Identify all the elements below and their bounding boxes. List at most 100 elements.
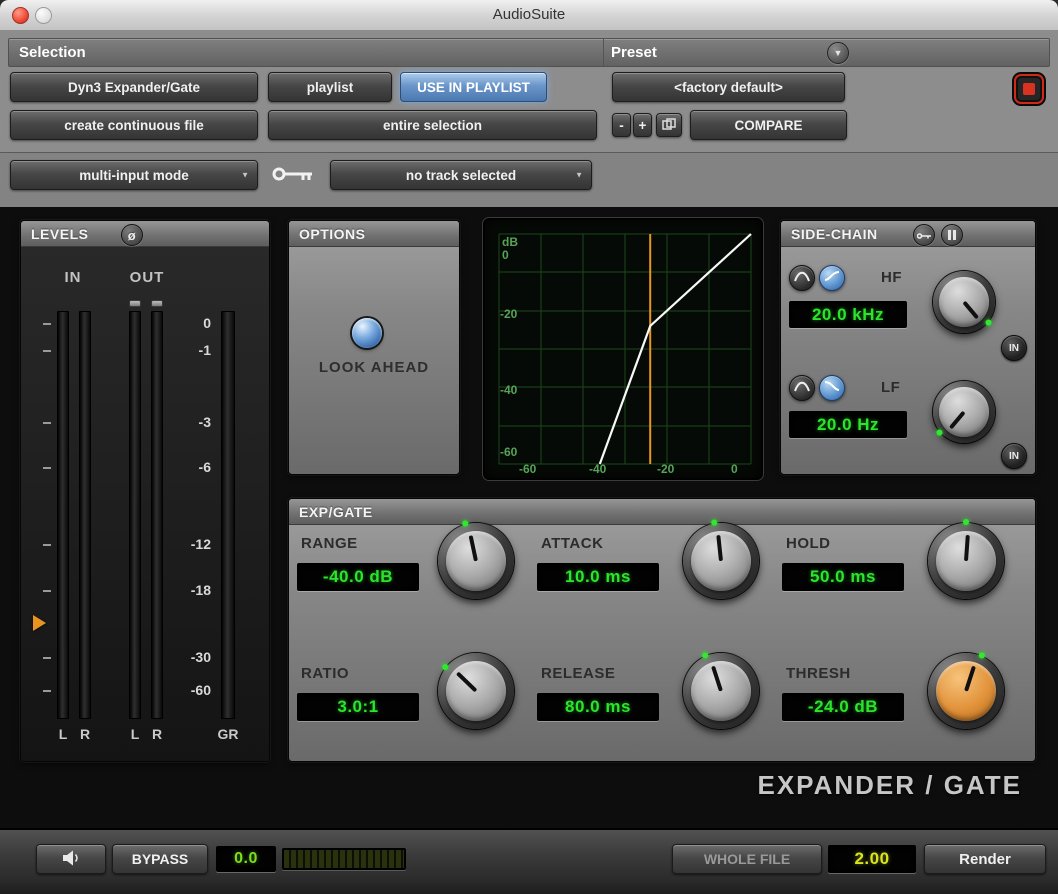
phase-invert-button[interactable]: ø (121, 224, 143, 246)
levels-panel: LEVELS ø IN OUT 0 -1 (20, 220, 270, 762)
copy-icon (662, 118, 676, 133)
graph-x-tick: 0 (731, 462, 738, 476)
chevron-down-icon: ▼ (241, 171, 249, 180)
look-ahead-button[interactable] (352, 318, 382, 348)
scale-label: -3 (171, 414, 211, 430)
filter-listen-icon (948, 228, 956, 243)
target-icon (1023, 83, 1035, 95)
section-header-bar: Selection Preset ▼ (8, 38, 1050, 67)
render-button[interactable]: Render (924, 844, 1046, 874)
meter-tick (43, 422, 51, 424)
output-clip-led-left[interactable] (129, 300, 141, 307)
target-button[interactable] (1014, 74, 1044, 104)
preset-decrement-button[interactable]: - (612, 113, 631, 137)
preview-button[interactable] (36, 844, 106, 874)
attack-knob[interactable] (683, 523, 759, 599)
graph-db-unit: dB (502, 235, 518, 249)
gain-reduction-meter (221, 311, 235, 719)
hold-knob[interactable] (928, 523, 1004, 599)
playlist-label: playlist (307, 80, 354, 95)
copy-preset-button[interactable] (656, 113, 682, 137)
hold-label: HOLD (786, 535, 831, 552)
exp-gate-header-label: EXP/GATE (299, 504, 373, 520)
knob-led (935, 428, 943, 436)
lf-shelf-button[interactable] (819, 375, 845, 401)
compare-label: COMPARE (734, 118, 802, 133)
preview-level-meter (282, 848, 406, 870)
create-continuous-file-button[interactable]: create continuous file (10, 110, 258, 140)
playlist-button[interactable]: playlist (268, 72, 392, 102)
scale-label: -18 (171, 582, 211, 598)
create-continuous-file-label: create continuous file (64, 118, 204, 133)
thresh-knob[interactable] (928, 653, 1004, 729)
range-knob[interactable] (438, 523, 514, 599)
ratio-knob[interactable] (438, 653, 514, 729)
hf-in-label: IN (1009, 343, 1019, 354)
attack-label: ATTACK (541, 535, 603, 552)
hf-in-button[interactable]: IN (1001, 335, 1027, 361)
lf-label: LF (881, 379, 900, 396)
compare-button[interactable]: COMPARE (690, 110, 847, 140)
thresh-display[interactable]: -24.0 dB (782, 693, 904, 721)
preset-menu-button[interactable]: ▼ (827, 42, 849, 64)
track-selector-button[interactable]: no track selected ▼ (330, 160, 592, 190)
key-link-icon[interactable] (272, 165, 314, 188)
preview-volume-display[interactable]: 0.0 (216, 846, 276, 872)
range-display[interactable]: -40.0 dB (297, 563, 419, 591)
audiosuite-window: AudioSuite Selection Preset ▼ Dyn3 Expan… (0, 0, 1058, 894)
hold-display[interactable]: 50.0 ms (782, 563, 904, 591)
selection-reference-button[interactable]: entire selection (268, 110, 597, 140)
side-chain-key-button[interactable] (913, 224, 935, 246)
preset-selector-button[interactable]: <factory default> (612, 72, 845, 102)
titlebar: AudioSuite (0, 0, 1058, 31)
side-chain-header-label: SIDE-CHAIN (791, 226, 878, 242)
bandpass-icon (794, 379, 810, 398)
shelf-icon (824, 379, 840, 398)
chevron-down-icon: ▼ (834, 48, 843, 58)
phase-icon: ø (128, 228, 136, 243)
use-in-playlist-button[interactable]: USE IN PLAYLIST (400, 72, 547, 102)
hf-shelf-button[interactable] (819, 265, 845, 291)
plugin-selector-label: Dyn3 Expander/Gate (68, 80, 200, 95)
hf-frequency-knob[interactable] (933, 271, 995, 333)
release-display[interactable]: 80.0 ms (537, 693, 659, 721)
side-chain-listen-button[interactable] (941, 224, 963, 246)
options-header-label: OPTIONS (299, 226, 366, 242)
bandpass-icon (794, 269, 810, 288)
scale-label: -60 (171, 682, 211, 698)
in-right-label: R (79, 726, 91, 742)
graph-x-tick: -60 (519, 462, 537, 476)
plugin-selector-button[interactable]: Dyn3 Expander/Gate (10, 72, 258, 102)
hf-frequency-display[interactable]: 20.0 kHz (789, 301, 907, 328)
preset-increment-button[interactable]: + (633, 113, 652, 137)
out-meter-label: OUT (123, 269, 171, 286)
knob-led (441, 663, 449, 671)
output-meter-left (129, 311, 141, 719)
ratio-label: RATIO (301, 665, 349, 682)
graph-y-tick: -20 (500, 307, 518, 321)
attack-display[interactable]: 10.0 ms (537, 563, 659, 591)
threshold-arrow[interactable] (33, 615, 46, 631)
bypass-button[interactable]: BYPASS (112, 844, 208, 874)
release-knob[interactable] (683, 653, 759, 729)
duration-display[interactable]: 2.00 (828, 845, 916, 873)
bypass-label: BYPASS (132, 851, 189, 867)
knob-led (978, 651, 986, 659)
out-right-label: R (151, 726, 163, 742)
ratio-display[interactable]: 3.0:1 (297, 693, 419, 721)
hf-bandpass-button[interactable] (789, 265, 815, 291)
lf-bandpass-button[interactable] (789, 375, 815, 401)
whole-file-button[interactable]: WHOLE FILE (672, 844, 822, 874)
lf-frequency-display[interactable]: 20.0 Hz (789, 411, 907, 438)
entire-selection-label: entire selection (383, 118, 482, 133)
lf-in-button[interactable]: IN (1001, 443, 1027, 469)
output-clip-led-right[interactable] (151, 300, 163, 307)
scale-label: 0 (171, 315, 211, 331)
gr-label: GR (213, 726, 243, 742)
release-label: RELEASE (541, 665, 615, 682)
options-header: OPTIONS (289, 221, 459, 247)
meter-tick (43, 657, 51, 659)
graph-x-tick: -40 (589, 462, 607, 476)
lf-frequency-knob[interactable] (933, 381, 995, 443)
input-mode-button[interactable]: multi-input mode ▼ (10, 160, 258, 190)
